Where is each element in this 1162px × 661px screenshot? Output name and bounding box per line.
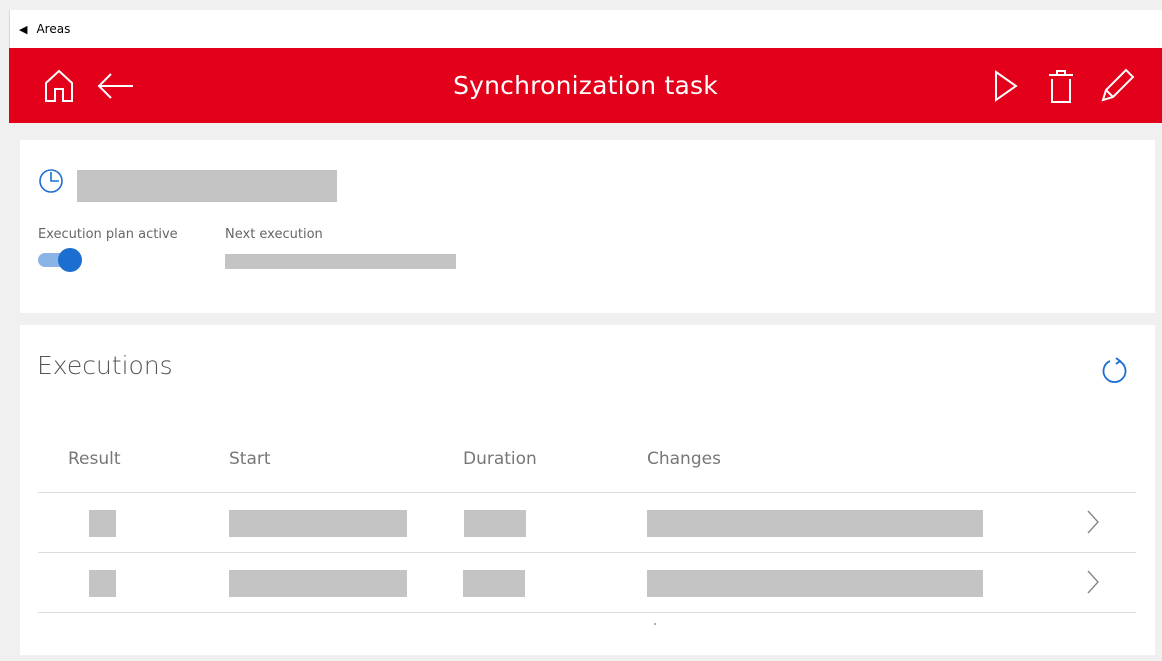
back-to-areas-link[interactable]: Areas — [36, 22, 70, 36]
column-header-start[interactable]: Start — [229, 449, 271, 469]
edit-button[interactable] — [1097, 66, 1137, 106]
home-icon — [45, 69, 73, 102]
clock-icon — [39, 169, 63, 193]
loading-indicator-dot — [654, 623, 656, 625]
toggle-knob — [58, 248, 82, 272]
executions-card: Executions Result Start Duration Changes — [20, 325, 1155, 655]
changes-placeholder — [647, 570, 983, 597]
result-placeholder — [89, 570, 116, 597]
refresh-icon[interactable] — [1100, 355, 1130, 385]
execution-plan-label: Execution plan active — [38, 227, 178, 242]
duration-placeholder — [464, 510, 526, 537]
back-button[interactable] — [95, 66, 135, 106]
table-row[interactable] — [38, 493, 1136, 552]
play-icon — [995, 70, 1018, 102]
delete-button[interactable] — [1041, 66, 1081, 106]
start-placeholder — [229, 510, 407, 537]
task-info-card: Execution plan active Next execution — [20, 140, 1155, 313]
app-header: Synchronization task — [9, 48, 1162, 123]
start-placeholder — [229, 570, 407, 597]
executions-title: Executions — [37, 351, 173, 380]
arrow-left-icon — [97, 73, 133, 99]
changes-placeholder — [647, 510, 983, 537]
trash-icon — [1049, 70, 1073, 103]
execution-plan-toggle[interactable] — [38, 248, 82, 272]
back-triangle-icon[interactable]: ◀ — [19, 23, 27, 36]
next-execution-label: Next execution — [225, 227, 323, 242]
chevron-right-icon[interactable] — [1083, 507, 1103, 537]
task-name-placeholder — [77, 170, 337, 202]
breadcrumb-bar: ◀ Areas — [9, 10, 1162, 48]
table-row[interactable] — [38, 553, 1136, 612]
column-header-duration[interactable]: Duration — [463, 449, 537, 469]
next-execution-value-placeholder — [225, 254, 456, 269]
duration-placeholder — [463, 570, 525, 597]
pencil-icon — [1101, 68, 1135, 102]
row-divider — [38, 612, 1136, 613]
column-header-result[interactable]: Result — [68, 449, 121, 469]
result-placeholder — [89, 510, 116, 537]
column-header-changes[interactable]: Changes — [647, 449, 721, 469]
run-button[interactable] — [986, 66, 1026, 106]
home-button[interactable] — [39, 66, 79, 106]
chevron-right-icon[interactable] — [1083, 567, 1103, 597]
